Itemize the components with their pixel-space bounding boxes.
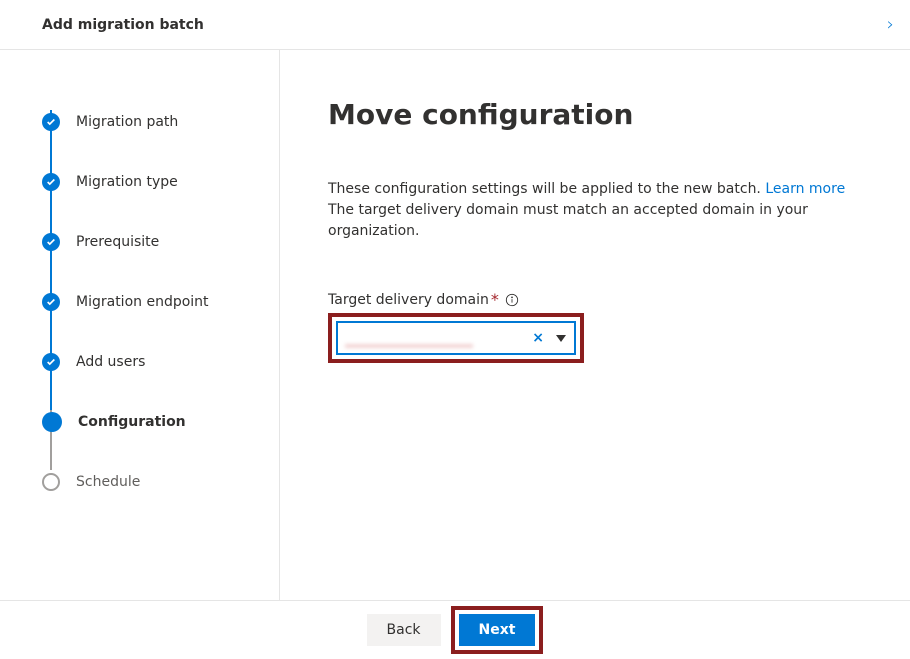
highlight-box: ×	[328, 313, 584, 363]
step-list: Migration path Migration type Prerequisi…	[42, 92, 263, 512]
target-domain-field: Target delivery domain * ×	[328, 290, 870, 363]
description-text: These configuration settings will be app…	[328, 179, 870, 242]
header-bar: Add migration batch ›	[0, 0, 910, 50]
step-schedule[interactable]: Schedule	[42, 452, 263, 512]
current-step-indicator	[42, 412, 62, 432]
wizard-sidebar: Migration path Migration type Prerequisi…	[0, 50, 280, 600]
step-label: Migration type	[76, 174, 178, 190]
step-label: Add users	[76, 354, 145, 370]
pending-step-indicator	[42, 473, 60, 491]
header-title: Add migration batch	[42, 17, 204, 33]
chevron-down-icon[interactable]	[556, 335, 566, 342]
checkmark-icon	[42, 293, 60, 311]
back-button[interactable]: Back	[367, 614, 441, 646]
info-icon[interactable]	[505, 293, 519, 307]
step-label: Migration path	[76, 114, 178, 130]
target-domain-dropdown[interactable]: ×	[336, 321, 576, 355]
step-migration-type[interactable]: Migration type	[42, 152, 263, 212]
checkmark-icon	[42, 353, 60, 371]
highlight-box: Next	[451, 606, 544, 654]
dropdown-value	[346, 329, 526, 347]
step-prerequisite[interactable]: Prerequisite	[42, 212, 263, 272]
main-body: Migration path Migration type Prerequisi…	[0, 50, 910, 600]
learn-more-link[interactable]: Learn more	[765, 181, 845, 197]
footer-bar: Back Next	[0, 600, 910, 659]
desc-line-1: These configuration settings will be app…	[328, 181, 765, 197]
step-label: Prerequisite	[76, 234, 159, 250]
step-configuration[interactable]: Configuration	[42, 392, 263, 452]
checkmark-icon	[42, 113, 60, 131]
next-button[interactable]: Next	[459, 614, 536, 646]
required-asterisk: *	[491, 290, 499, 309]
step-label: Migration endpoint	[76, 294, 209, 310]
clear-icon[interactable]: ×	[526, 330, 550, 346]
step-migration-path[interactable]: Migration path	[42, 92, 263, 152]
desc-line-2: The target delivery domain must match an…	[328, 202, 808, 239]
step-add-users[interactable]: Add users	[42, 332, 263, 392]
field-label: Target delivery domain	[328, 292, 489, 308]
step-migration-endpoint[interactable]: Migration endpoint	[42, 272, 263, 332]
step-label: Configuration	[78, 414, 186, 430]
checkmark-icon	[42, 233, 60, 251]
header-chevron-icon[interactable]: ›	[887, 14, 894, 35]
content-area: Move configuration These configuration s…	[280, 50, 910, 600]
checkmark-icon	[42, 173, 60, 191]
page-title: Move configuration	[328, 98, 870, 131]
step-label: Schedule	[76, 474, 140, 490]
field-label-row: Target delivery domain *	[328, 290, 870, 309]
